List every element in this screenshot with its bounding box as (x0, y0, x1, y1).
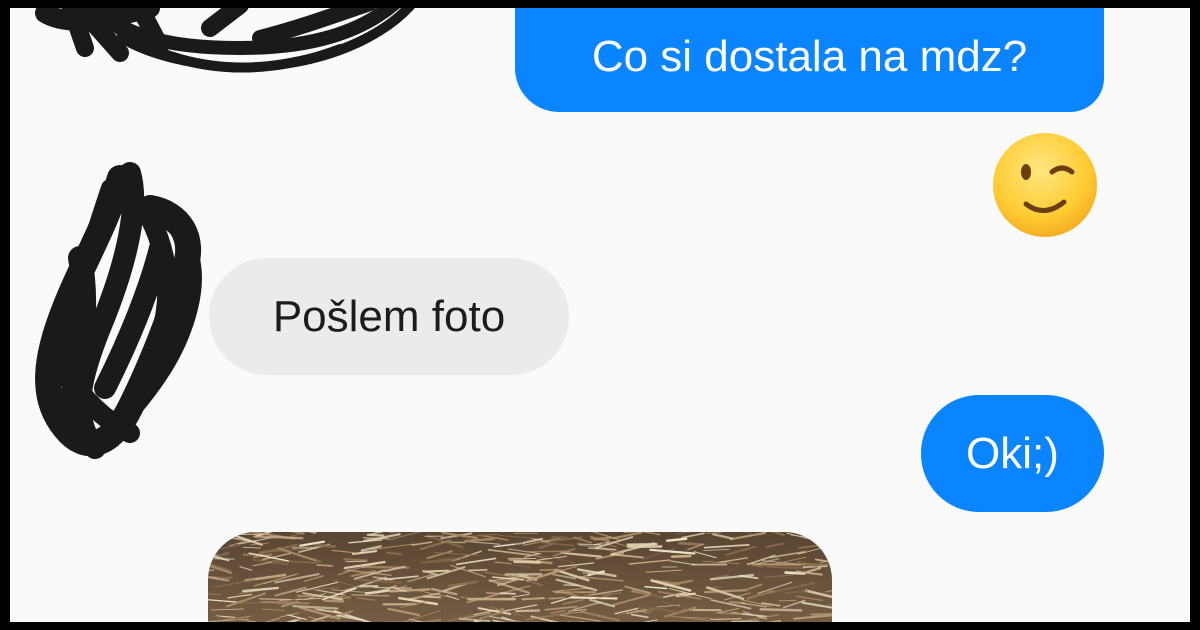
incoming-message-bubble[interactable]: Pošlem foto (209, 258, 569, 375)
message-text: Pošlem foto (272, 291, 506, 341)
outgoing-message-bubble[interactable]: Oki;) (921, 395, 1104, 512)
winking-face-emoji-icon[interactable] (990, 130, 1100, 240)
chat-screen: Co si dostala na mdz? Pošlem foto Oki;) (10, 8, 1190, 622)
message-text: Co si dostala na mdz? (591, 32, 1028, 81)
outgoing-message-bubble[interactable]: Co si dostala na mdz? (515, 8, 1104, 112)
dry-grass-photo-image (208, 532, 832, 622)
message-text: Oki;) (966, 428, 1059, 478)
photo-message[interactable] (208, 532, 832, 622)
